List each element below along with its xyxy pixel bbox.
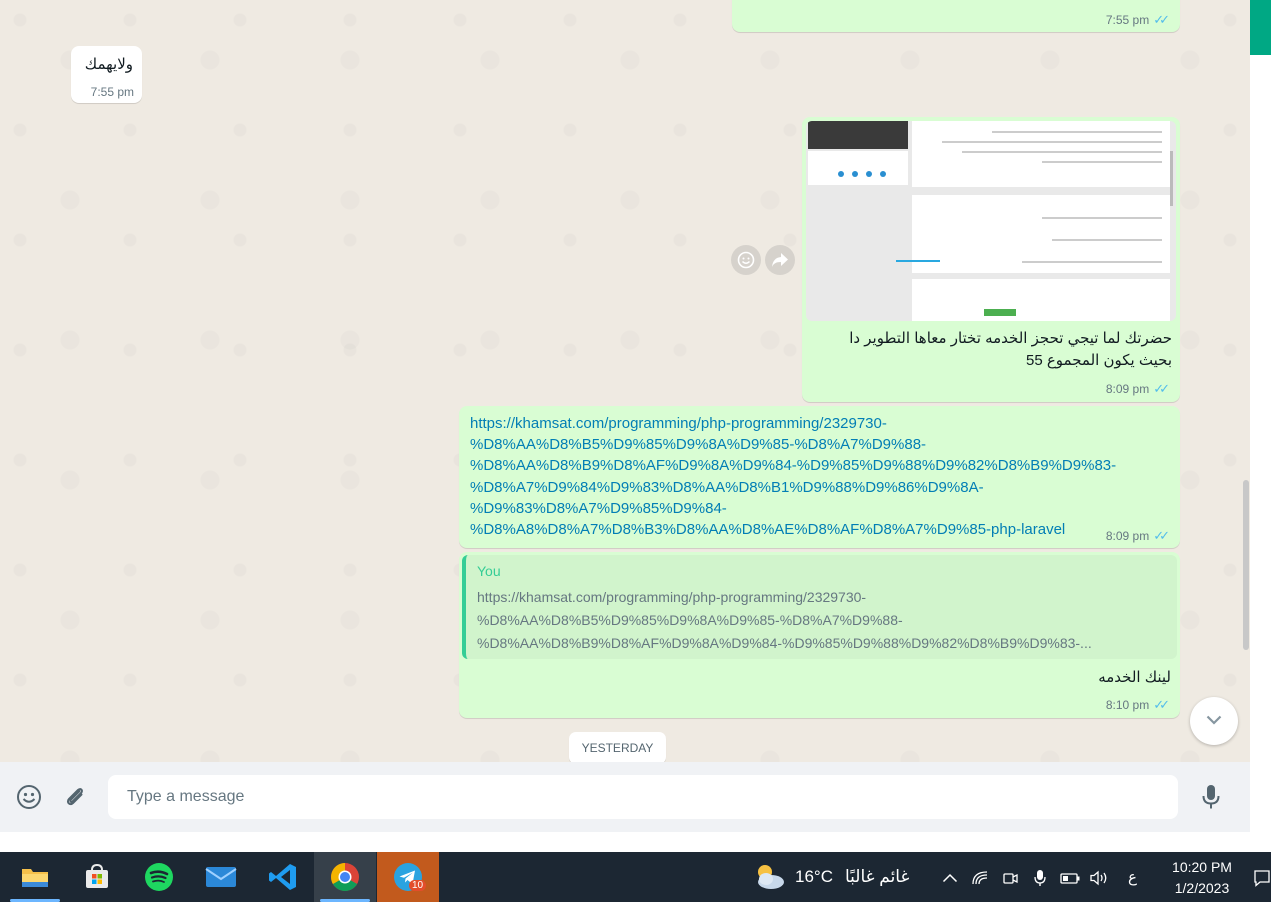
input-language[interactable]: ع xyxy=(1128,868,1137,886)
window-edge-accent xyxy=(1250,0,1271,55)
battery-icon[interactable] xyxy=(1060,868,1080,888)
message-input[interactable] xyxy=(108,775,1178,819)
double-check-icon: ✓✓ xyxy=(1153,381,1170,396)
file-explorer-icon[interactable] xyxy=(4,852,66,902)
screenshot-image[interactable] xyxy=(806,121,1176,321)
scroll-to-bottom-button[interactable] xyxy=(1190,697,1238,745)
wifi-icon[interactable] xyxy=(970,868,990,888)
message-meta: 8:09 pm ✓✓ xyxy=(1106,381,1170,397)
microphone-icon[interactable] xyxy=(1030,868,1050,888)
message-bubble-outgoing-link[interactable]: https://khamsat.com/programming/php-prog… xyxy=(459,406,1180,548)
volume-icon[interactable] xyxy=(1089,868,1109,888)
forward-icon[interactable] xyxy=(765,245,795,275)
message-bubble-outgoing-reply[interactable]: You https://khamsat.com/programming/php-… xyxy=(459,552,1180,718)
vscode-icon[interactable] xyxy=(252,852,314,902)
message-bubble-incoming[interactable]: ولايهمك 7:55 pm xyxy=(71,46,142,103)
mic-icon[interactable] xyxy=(1196,782,1226,812)
message-time: 8:09 pm xyxy=(1105,382,1150,396)
link-line[interactable]: %D9%83%D8%A7%D9%85%D9%84- xyxy=(470,500,727,517)
quoted-message[interactable]: You https://khamsat.com/programming/php-… xyxy=(462,555,1177,659)
quote-line: %D8%AA%D8%B5%D9%85%D9%8A%D9%85-%D8%A7%D9… xyxy=(477,612,903,628)
message-time: 8:10 pm xyxy=(1105,698,1150,712)
message-link[interactable]: https://khamsat.com/programming/php-prog… xyxy=(470,413,1116,540)
quote-text: https://khamsat.com/programming/php-prog… xyxy=(477,586,1092,655)
message-caption: حضرتك لما تيجي تحجز الخدمه تختار معاها ا… xyxy=(812,328,1172,372)
clock[interactable]: 10:20 PM 1/2/2023 xyxy=(1160,857,1244,899)
message-meta: 8:10 pm ✓✓ xyxy=(1106,697,1170,713)
link-line[interactable]: https://khamsat.com/programming/php-prog… xyxy=(470,415,887,432)
weather-description: غائم غالبًا xyxy=(844,867,910,886)
chat-panel: 7:55 pm ✓✓ ولايهمك 7:55 pm حضرتك لما تيج… xyxy=(0,0,1250,762)
message-text: لينك الخدمه xyxy=(1098,669,1171,686)
weather-widget[interactable]: 16°C غائم غالبًا xyxy=(752,852,922,902)
clock-date: 1/2/2023 xyxy=(1174,880,1230,896)
weather-temperature: 16°C xyxy=(795,867,833,886)
double-check-icon: ✓✓ xyxy=(1153,697,1170,712)
link-line[interactable]: %D8%AA%D8%B9%D8%AF%D9%8A%D9%84-%D9%85%D9… xyxy=(470,457,1116,474)
spotify-icon[interactable] xyxy=(128,852,190,902)
mail-icon[interactable] xyxy=(190,852,252,902)
message-composer xyxy=(0,762,1250,832)
message-time: 7:55 pm xyxy=(1105,13,1150,27)
quote-line: https://khamsat.com/programming/php-prog… xyxy=(477,589,867,605)
double-check-icon: ✓✓ xyxy=(1153,528,1170,543)
link-line[interactable]: %D8%AA%D8%B5%D9%85%D9%8A%D9%85-%D8%A7%D9… xyxy=(470,436,926,453)
message-meta: 7:55 pm ✓✓ xyxy=(1106,12,1170,28)
chevron-up-icon[interactable] xyxy=(940,868,960,888)
chevron-down-icon xyxy=(1206,712,1222,730)
quote-line: %D8%AA%D8%B9%D8%AF%D9%8A%D9%84-%D9%85%D9… xyxy=(477,635,1092,651)
date-separator: YESTERDAY xyxy=(569,732,666,762)
chat-scrollbar[interactable] xyxy=(1243,480,1249,650)
window-edge xyxy=(1250,55,1271,852)
chrome-icon[interactable] xyxy=(314,852,376,902)
clock-time: 10:20 PM xyxy=(1172,859,1232,875)
message-text: ولايهمك xyxy=(84,56,133,73)
window-bottom-edge xyxy=(0,832,1271,852)
message-meta: 8:09 pm ✓✓ xyxy=(1106,528,1170,544)
double-check-icon: ✓✓ xyxy=(1153,12,1170,27)
notification-badge: 10 xyxy=(409,880,427,891)
meet-now-icon[interactable] xyxy=(1000,868,1020,888)
emoji-icon[interactable] xyxy=(14,782,44,812)
message-bubble-outgoing[interactable]: 7:55 pm ✓✓ xyxy=(732,0,1180,32)
taskbar: 10 16°C غائم غالبًا ع 10:20 PM 1/2/2023 xyxy=(0,852,1271,902)
notifications-icon[interactable] xyxy=(1252,868,1271,888)
message-caption-line: بحيث يكون المجموع 55 xyxy=(1026,352,1172,369)
message-meta: 7:55 pm xyxy=(91,85,134,99)
weather-cloud-icon xyxy=(752,862,786,892)
telegram-icon[interactable]: 10 xyxy=(377,852,439,902)
attach-icon[interactable] xyxy=(60,782,90,812)
message-caption-line: حضرتك لما تيجي تحجز الخدمه تختار معاها ا… xyxy=(849,330,1172,347)
link-line[interactable]: %D8%A7%D9%84%D9%83%D8%AA%D8%B1%D9%88%D9%… xyxy=(470,479,984,496)
microsoft-store-icon[interactable] xyxy=(66,852,128,902)
reaction-icon[interactable] xyxy=(731,245,761,275)
message-time: 7:55 pm xyxy=(90,85,134,99)
message-bubble-outgoing-image[interactable]: حضرتك لما تيجي تحجز الخدمه تختار معاها ا… xyxy=(802,117,1180,402)
link-line[interactable]: %D8%A8%D8%A7%D8%B3%D8%AA%D8%AE%D8%AF%D8%… xyxy=(470,521,1065,538)
quote-author: You xyxy=(477,563,501,579)
message-time: 8:09 pm xyxy=(1105,529,1150,543)
